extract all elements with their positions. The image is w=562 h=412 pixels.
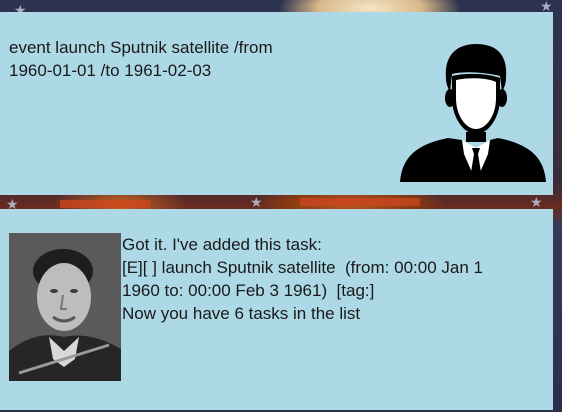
bot-dialog-box: Got it. I've added this task: [E][ ] lau… bbox=[0, 209, 553, 410]
background-stripe bbox=[300, 198, 420, 206]
background-star: ★ bbox=[250, 195, 263, 211]
duke-portrait bbox=[9, 233, 121, 381]
bot-message-text: Got it. I've added this task: [E][ ] lau… bbox=[122, 235, 483, 323]
user-silhouette-icon bbox=[400, 44, 546, 182]
portrait-image bbox=[9, 233, 121, 381]
background-star: ★ bbox=[530, 195, 543, 211]
user-message-text: event launch Sputnik satellite /from 196… bbox=[9, 38, 273, 80]
background-stripe bbox=[60, 200, 150, 208]
user-dialog-box: event launch Sputnik satellite /from 196… bbox=[0, 12, 553, 195]
